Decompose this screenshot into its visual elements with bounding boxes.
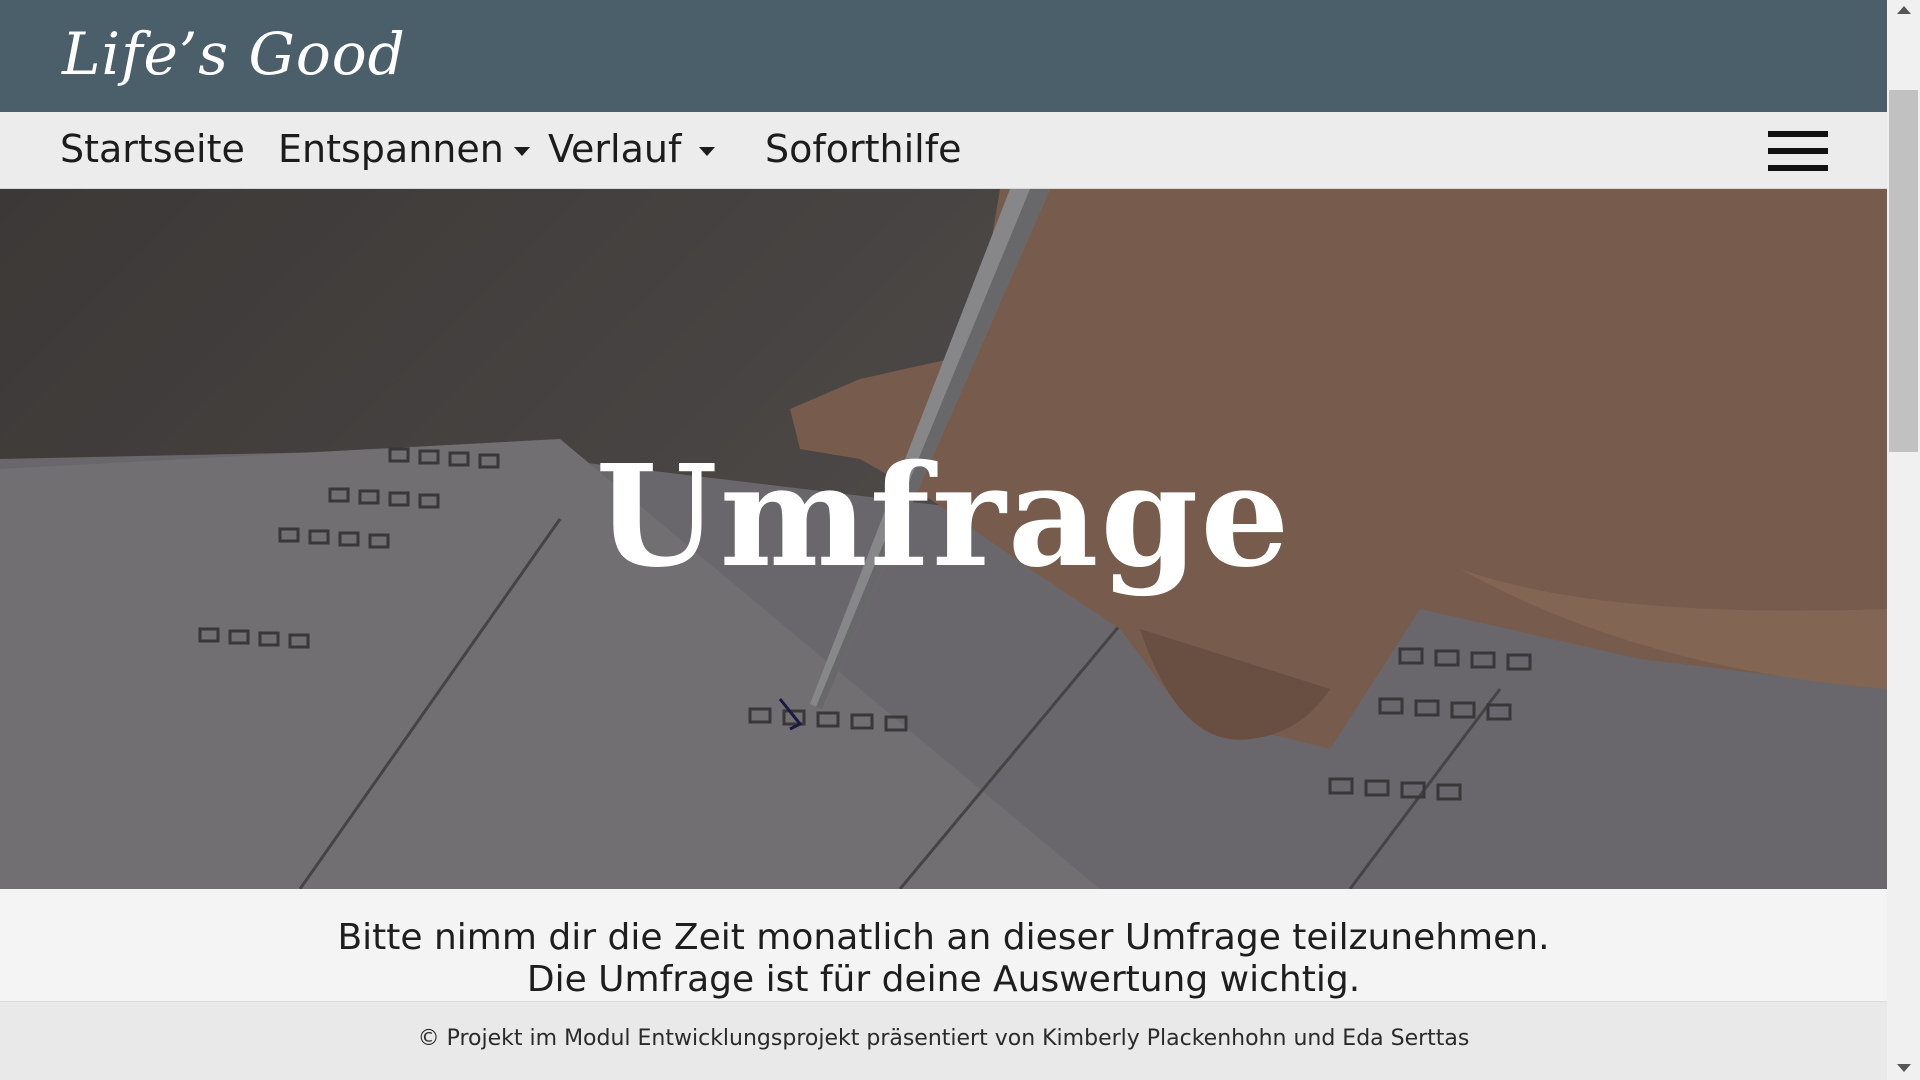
caret-down-icon — [513, 147, 530, 156]
nav-item-startseite[interactable]: Startseite — [60, 127, 245, 173]
nav-item-label: Startseite — [60, 127, 245, 171]
brand-bar: Life’s Good — [0, 0, 1887, 112]
caret-down-icon — [699, 147, 716, 156]
footer: © Projekt im Modul Entwicklungsprojekt p… — [0, 1001, 1887, 1080]
hamburger-menu-icon[interactable] — [1768, 131, 1828, 171]
main-nav: Startseite Entspannen Verlauf Soforthilf… — [0, 112, 1887, 189]
footer-credits: © Projekt im Modul Entwicklungsprojekt p… — [417, 1026, 1470, 1051]
intro-line-2: Die Umfrage ist für deine Auswertung wic… — [526, 959, 1361, 1000]
scrollbar-thumb[interactable] — [1889, 90, 1918, 452]
vertical-scrollbar[interactable] — [1887, 0, 1920, 1080]
hero-banner: Umfrage — [0, 189, 1887, 889]
scroll-up-arrow-icon[interactable] — [1897, 6, 1911, 14]
nav-item-label: Soforthilfe — [765, 127, 962, 171]
nav-item-verlauf[interactable]: Verlauf — [548, 127, 716, 173]
site-logo[interactable]: Life’s Good — [62, 20, 406, 88]
nav-item-label: Entspannen — [278, 127, 504, 171]
intro-line-1: Bitte nimm dir die Zeit monatlich an die… — [337, 917, 1550, 958]
scroll-down-arrow-icon[interactable] — [1897, 1064, 1911, 1072]
page-title: Umfrage — [595, 435, 1292, 599]
nav-item-soforthilfe[interactable]: Soforthilfe — [765, 127, 961, 173]
intro-text: Bitte nimm dir die Zeit monatlich an die… — [0, 889, 1887, 1001]
nav-item-label: Verlauf — [548, 127, 682, 171]
nav-item-entspannen[interactable]: Entspannen — [278, 127, 530, 173]
